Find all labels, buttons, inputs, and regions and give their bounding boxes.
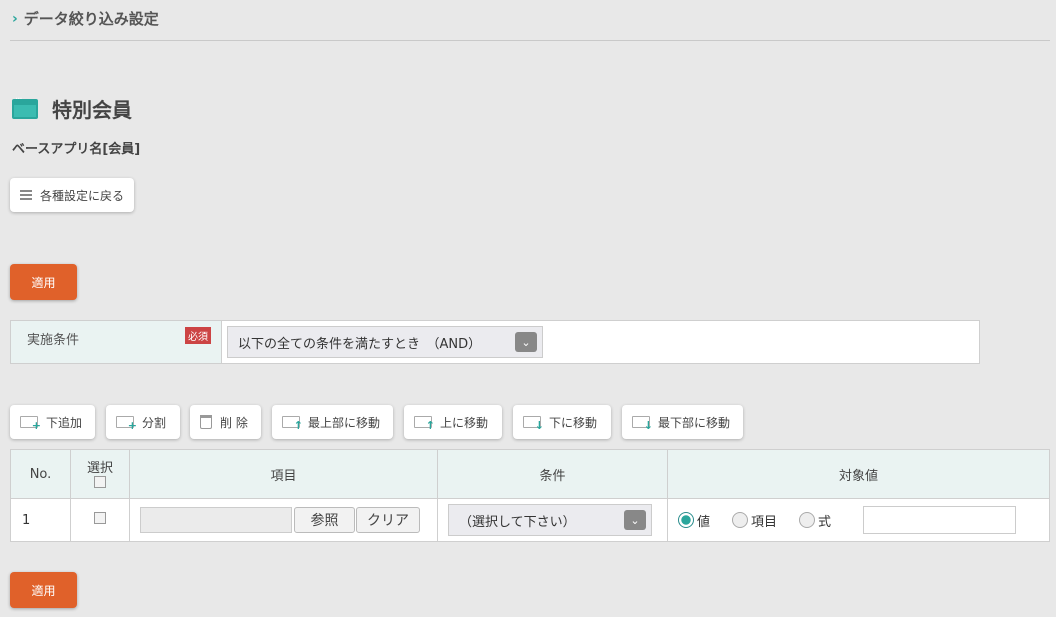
execution-condition-row: 実施条件 必須 以下の全ての条件を満たすとき （AND） ⌄ [10, 320, 980, 364]
page-title: 特別会員 [12, 94, 132, 123]
chevron-down-icon: ⌄ [515, 332, 537, 352]
split-button[interactable]: + 分割 [106, 405, 180, 439]
target-value-input[interactable] [863, 506, 1017, 534]
base-app-name: ベースアプリ名[会員] [12, 142, 141, 157]
split-row-icon: + [116, 416, 137, 432]
execution-condition-select[interactable]: 以下の全ての条件を満たすとき （AND） ⌄ [227, 326, 543, 358]
execution-condition-label: 実施条件 必須 [11, 321, 222, 363]
back-to-settings-button[interactable]: 各種設定に戻る [10, 178, 134, 212]
header-condition: 条件 [437, 449, 668, 499]
delete-button[interactable]: 削 除 [190, 405, 261, 439]
breadcrumb-divider [10, 40, 1050, 41]
browse-button[interactable]: 参照 [294, 507, 355, 533]
clear-button[interactable]: クリア [356, 507, 420, 533]
required-badge: 必須 [185, 327, 211, 344]
add-row-icon: + [20, 416, 41, 432]
row-checkbox[interactable] [94, 512, 106, 524]
apply-button-top[interactable]: 適用 [10, 264, 77, 300]
radio-formula[interactable] [799, 512, 816, 528]
condition-table: No. 選択 項目 条件 対象値 1 参照 クリア （選択して下さい） ⌄ 値 … [10, 449, 1050, 542]
move-up-button[interactable]: ↑ 上に移動 [404, 405, 502, 439]
row-no: 1 [10, 498, 71, 542]
radio-item-option[interactable]: 項目 [732, 511, 777, 530]
move-up-icon: ↑ [414, 416, 435, 432]
chevron-down-icon: ⌄ [624, 510, 646, 530]
window-icon [12, 94, 38, 119]
move-down-button[interactable]: ↓ 下に移動 [513, 405, 611, 439]
chevron-right-icon: › [12, 10, 18, 27]
move-top-button[interactable]: ↑ 最上部に移動 [272, 405, 393, 439]
list-icon [20, 190, 32, 200]
radio-formula-option[interactable]: 式 [799, 511, 831, 530]
item-input[interactable] [140, 507, 292, 533]
radio-value-option[interactable]: 値 [678, 511, 710, 530]
breadcrumb: › データ絞り込み設定 [12, 8, 159, 29]
trash-icon [200, 415, 212, 429]
page-title-text: 特別会員 [52, 98, 132, 122]
move-bottom-button[interactable]: ↓ 最下部に移動 [622, 405, 743, 439]
move-down-icon: ↓ [523, 416, 544, 432]
add-below-button[interactable]: + 下追加 [10, 405, 95, 439]
move-top-icon: ↑ [282, 416, 303, 432]
select-all-checkbox[interactable] [94, 475, 106, 488]
back-button-label: 各種設定に戻る [40, 188, 125, 203]
table-row: 1 参照 クリア （選択して下さい） ⌄ 値 項目 式 [10, 498, 1050, 542]
radio-value[interactable] [678, 512, 694, 528]
header-select: 選択 [70, 449, 130, 499]
header-no: No. [10, 449, 71, 499]
breadcrumb-label: データ絞り込み設定 [23, 10, 159, 28]
header-target: 対象値 [667, 449, 1050, 499]
condition-select[interactable]: （選択して下さい） ⌄ [448, 504, 652, 536]
move-bottom-icon: ↓ [632, 416, 653, 432]
apply-button-bottom[interactable]: 適用 [10, 572, 77, 608]
execution-condition-value: 以下の全ての条件を満たすとき （AND） [238, 336, 482, 352]
header-item: 項目 [129, 449, 438, 499]
radio-item[interactable] [732, 512, 749, 528]
condition-select-value: （選択して下さい） [459, 514, 576, 530]
